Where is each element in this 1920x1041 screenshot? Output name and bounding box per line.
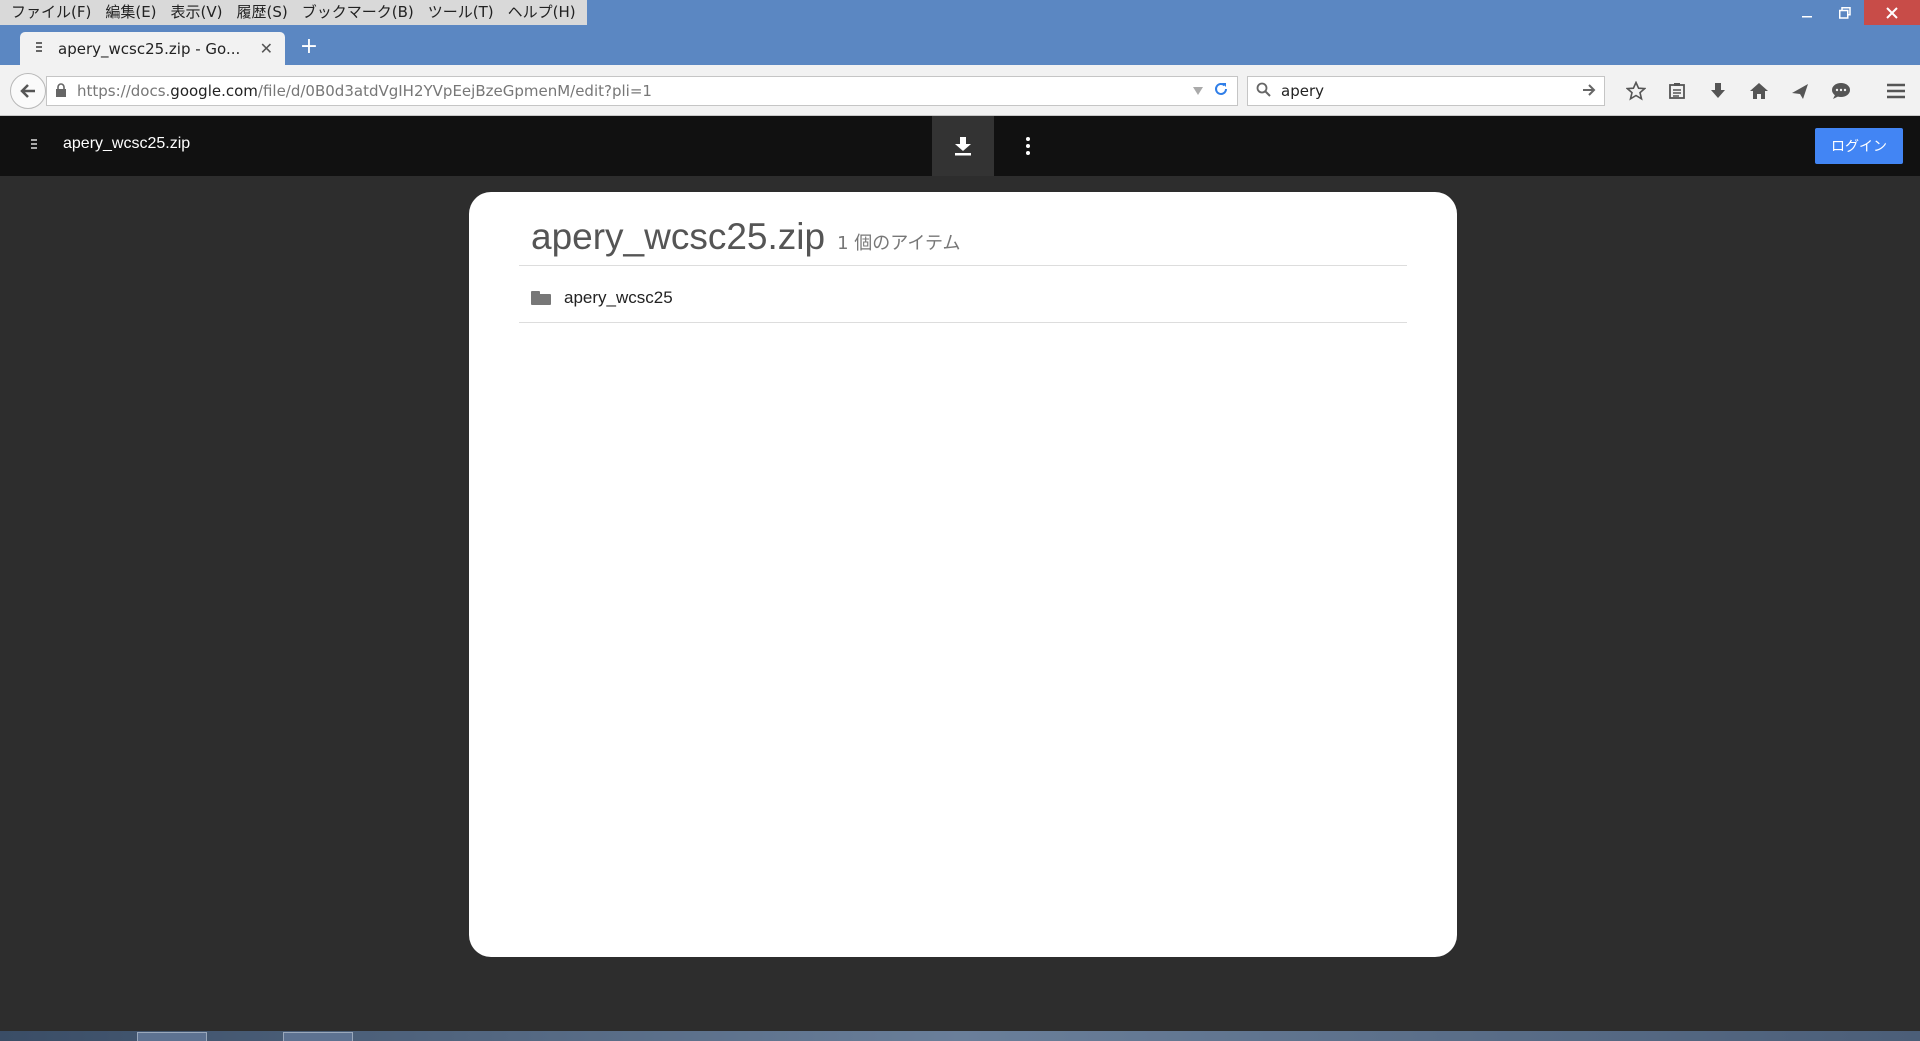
card-header: apery_wcsc25.zip 1 個のアイテム [519,216,1407,266]
menu-tools[interactable]: ツール(T) [421,0,501,25]
menu-view[interactable]: 表示(V) [164,0,230,25]
url-prefix: https://docs. [77,82,171,100]
navigation-bar: https://docs.google.com/file/d/0B0d3atdV… [0,65,1920,116]
menu-help[interactable]: ヘルプ(H) [501,0,583,25]
zip-contents-card: apery_wcsc25.zip 1 個のアイテム apery_wcsc25 [469,192,1457,957]
url-text: https://docs.google.com/file/d/0B0d3atdV… [77,82,1193,100]
download-icon[interactable] [1697,75,1738,107]
taskbar-item[interactable] [137,1032,207,1041]
search-bar[interactable] [1247,76,1605,106]
file-zip-icon [30,138,38,156]
drive-file-title: apery_wcsc25.zip [63,135,191,152]
home-icon[interactable] [1738,75,1779,107]
url-path: /file/d/0B0d3atdVgIH2YVpEejBzeGpmenM/edi… [257,82,652,100]
new-tab-button[interactable]: + [296,34,322,60]
tab-strip: apery_wcsc25.zip - Go... ✕ + [0,25,1920,65]
more-vert-icon [1026,137,1030,155]
login-button[interactable]: ログイン [1815,128,1903,164]
url-bar[interactable]: https://docs.google.com/file/d/0B0d3atdV… [46,76,1238,106]
search-go-icon[interactable] [1582,82,1596,101]
search-input[interactable] [1281,82,1582,100]
item-count: 1 個のアイテム [837,233,961,254]
menu-history[interactable]: 履歴(S) [230,0,295,25]
send-icon[interactable] [1779,75,1820,107]
menu-bar: ファイル(F) 編集(E) 表示(V) 履歴(S) ブックマーク(B) ツール(… [0,0,587,25]
close-icon [1886,6,1898,19]
restore-button[interactable] [1826,0,1864,25]
tab-close-icon[interactable]: ✕ [260,39,273,58]
tab-title: apery_wcsc25.zip - Go... [58,39,241,58]
restore-icon [1839,6,1851,19]
download-button[interactable] [932,116,994,176]
file-zip-icon [32,41,46,56]
star-icon[interactable] [1615,75,1656,107]
url-host: google.com [170,82,258,100]
tab-active[interactable]: apery_wcsc25.zip - Go... ✕ [20,32,285,65]
minimize-button[interactable] [1788,0,1826,25]
chat-icon[interactable] [1820,75,1861,107]
minimize-icon [1802,15,1812,17]
back-arrow-icon [20,84,35,98]
toolbar-icons [1615,75,1861,107]
card-title: apery_wcsc25.zip [531,216,826,257]
menu-file[interactable]: ファイル(F) [4,0,98,25]
download-icon [955,137,971,156]
window-controls [1788,0,1920,25]
lock-icon [55,82,69,100]
list-item-label: apery_wcsc25 [564,288,673,307]
drive-header: apery_wcsc25.zip ログイン [0,116,1920,176]
folder-icon [531,291,551,305]
taskbar-item[interactable] [283,1032,353,1041]
list-item[interactable]: apery_wcsc25 [519,274,1407,323]
hamburger-menu-icon[interactable] [1880,75,1912,107]
close-button[interactable] [1864,0,1920,25]
search-icon [1256,82,1271,101]
reload-icon[interactable] [1213,81,1229,102]
reading-list-icon[interactable] [1656,75,1697,107]
url-dropdown-icon[interactable] [1193,84,1203,98]
menu-edit[interactable]: 編集(E) [98,0,163,25]
back-button[interactable] [10,73,46,109]
more-options-button[interactable] [1003,116,1053,176]
menu-bookmarks[interactable]: ブックマーク(B) [295,0,421,25]
